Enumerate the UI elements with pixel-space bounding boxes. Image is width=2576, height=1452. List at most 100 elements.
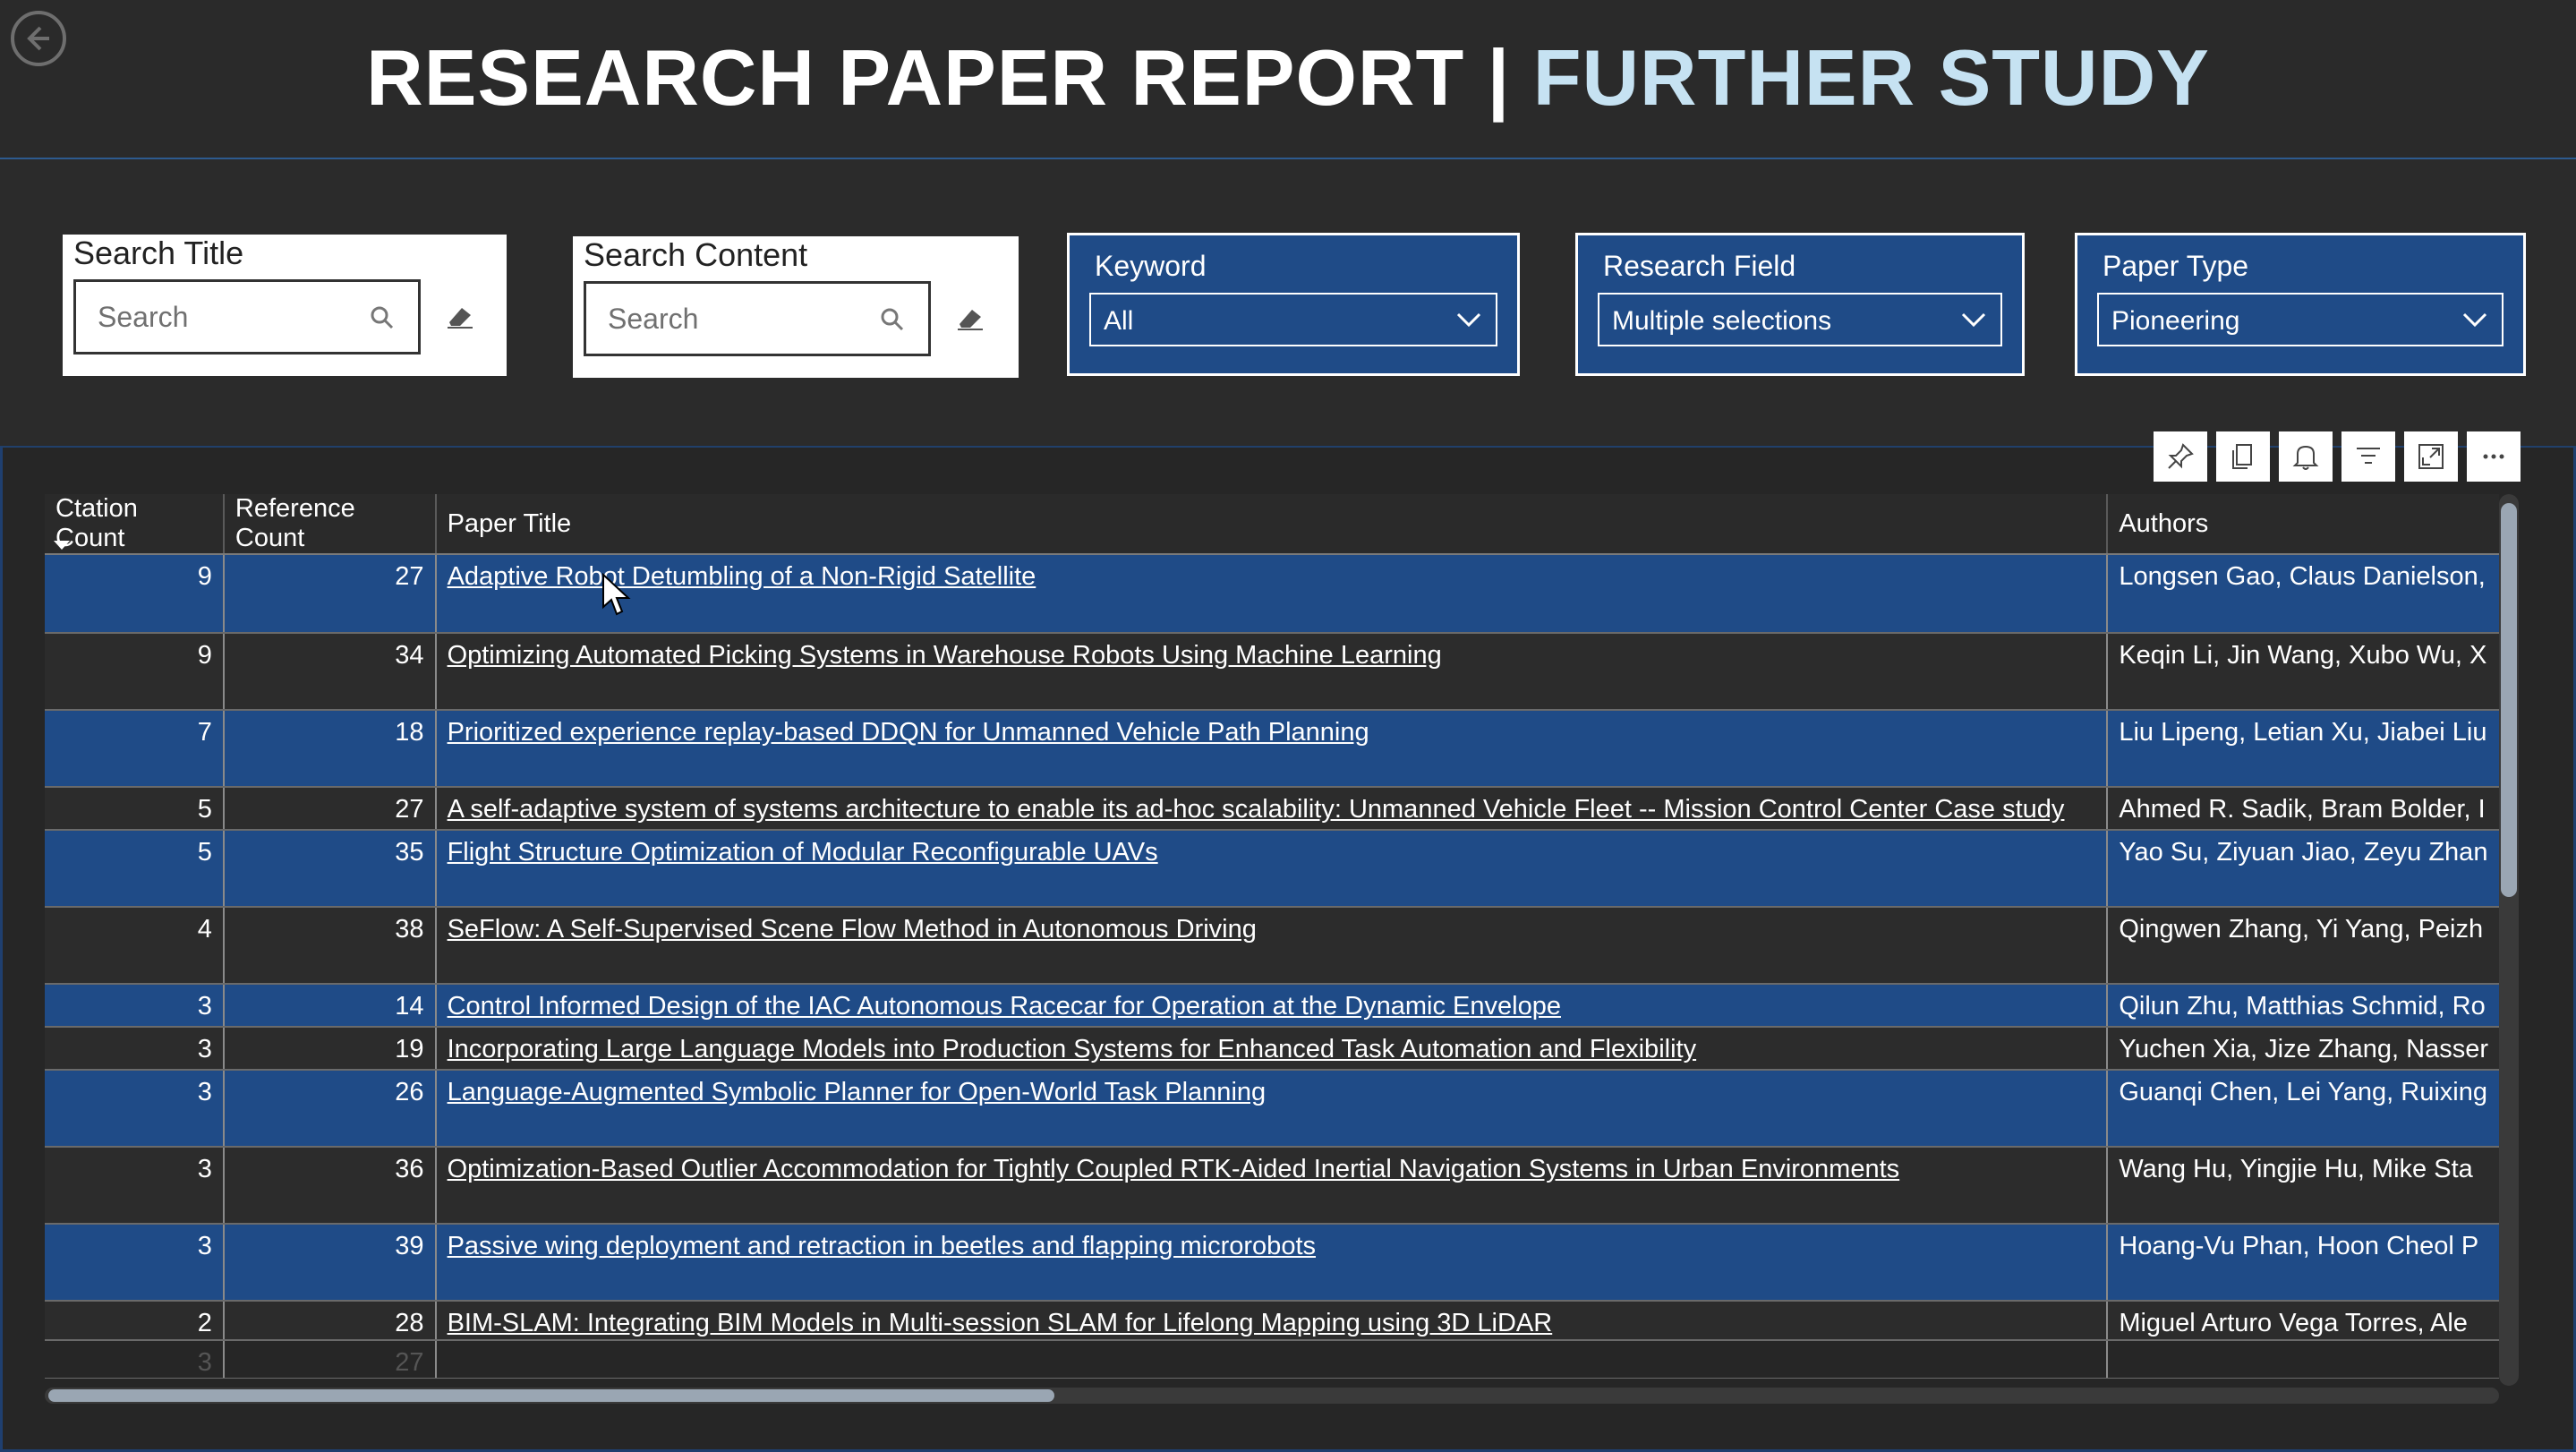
page-title: RESEARCH PAPER REPORT | FURTHER STUDY: [0, 32, 2576, 124]
authors-cell: Liu Lipeng, Letian Xu, Jiabei Liu: [2107, 710, 2499, 788]
vertical-scroll-thumb[interactable]: [2501, 503, 2517, 897]
paper-title-cell: Language-Augmented Symbolic Planner for …: [435, 1070, 2109, 1148]
vertical-scrollbar[interactable]: [2499, 494, 2519, 1386]
research-field-label: Research Field: [1603, 250, 1796, 282]
search-title-input[interactable]: [96, 295, 359, 339]
authors-cell: Qilun Zhu, Matthias Schmid, Ro: [2107, 984, 2499, 1028]
authors-cell: Guanqi Chen, Lei Yang, Ruixing: [2107, 1070, 2499, 1148]
horizontal-scroll-thumb[interactable]: [48, 1389, 1054, 1402]
paper-title-link[interactable]: Control Informed Design of the IAC Auton…: [448, 992, 1561, 1021]
keyword-dropdown[interactable]: All: [1089, 293, 1497, 346]
paper-title-link[interactable]: BIM-SLAM: Integrating BIM Models in Mult…: [448, 1309, 1553, 1337]
table-row[interactable]: 3 36 Optimization-Based Outlier Accommodat…: [45, 1147, 2499, 1225]
col-header-paper-title[interactable]: Paper Title: [435, 494, 2109, 555]
eraser-icon[interactable]: [442, 297, 478, 333]
paper-title-cell: Prioritized experience replay-based DDQN…: [435, 710, 2109, 788]
table-row[interactable]: 5 27 A self-adaptive system of systems arc…: [45, 787, 2499, 831]
search-content-input[interactable]: [606, 296, 869, 341]
sort-desc-icon: [54, 541, 70, 550]
title-accent: FURTHER STUDY: [1532, 33, 2210, 122]
paper-type-value: Pioneering: [2111, 306, 2240, 336]
citation-count-cell: 2: [45, 1301, 225, 1341]
authors-cell: Yuchen Xia, Jize Zhang, Nasser: [2107, 1027, 2499, 1071]
papers-table: Ctation Count Reference Count Paper Titl…: [45, 494, 2499, 1379]
reference-count-cell: 19: [223, 1027, 437, 1071]
table-header-row: Ctation Count Reference Count Paper Titl…: [45, 494, 2499, 555]
citation-count-cell: 5: [45, 787, 225, 831]
research-field-value: Multiple selections: [1612, 306, 1832, 336]
search-content-box: [584, 281, 931, 356]
search-content-card: Search Content: [573, 236, 1019, 378]
col-header-reference-count[interactable]: Reference Count: [223, 494, 437, 555]
eraser-icon[interactable]: [952, 299, 988, 335]
col-authors-label: Authors: [2119, 508, 2209, 538]
citation-count-cell: 3: [45, 1027, 225, 1071]
paper-type-dropdown[interactable]: Pioneering: [2097, 293, 2503, 346]
paper-title-link[interactable]: Optimization-Based Outlier Accommodation…: [448, 1155, 1900, 1183]
citation-count-cell: 3: [45, 1340, 225, 1379]
table-row[interactable]: 3 19 Incorporating Large Language Models i…: [45, 1027, 2499, 1071]
research-field-dropdown[interactable]: Multiple selections: [1598, 293, 2002, 346]
search-title-box: [73, 279, 421, 354]
paper-title-link[interactable]: Prioritized experience replay-based DDQN…: [448, 718, 1369, 747]
table-row[interactable]: 9 27 Adaptive Robot Detumbling of a Non-Ri…: [45, 554, 2499, 634]
citation-count-cell: 5: [45, 830, 225, 908]
pin-icon: [2168, 443, 2194, 469]
chevron-down-icon: [1456, 312, 1481, 328]
paper-title-link[interactable]: Passive wing deployment and retraction i…: [448, 1232, 1316, 1260]
paper-title-link[interactable]: Adaptive Robot Detumbling of a Non-Rigid…: [448, 562, 1036, 591]
copy-button[interactable]: [2216, 431, 2270, 482]
report-header: RESEARCH PAPER REPORT | FURTHER STUDY: [0, 0, 2576, 159]
table-row[interactable]: 5 35 Flight Structure Optimization of Modu…: [45, 830, 2499, 908]
reference-count-cell: 34: [223, 633, 437, 711]
paper-title-link[interactable]: Incorporating Large Language Models into…: [448, 1035, 1697, 1063]
paper-title-link[interactable]: Flight Structure Optimization of Modular…: [448, 838, 1158, 867]
filter-button[interactable]: [2341, 431, 2395, 482]
alert-button[interactable]: [2279, 431, 2333, 482]
paper-title-cell: Optimizing Automated Picking Systems in …: [435, 633, 2109, 711]
table-row[interactable]: 7 18 Prioritized experience replay-based D…: [45, 710, 2499, 788]
pin-button[interactable]: [2154, 431, 2207, 482]
table-row[interactable]: 3 39 Passive wing deployment and retractio…: [45, 1224, 2499, 1302]
citation-count-cell: 3: [45, 1147, 225, 1225]
table-row[interactable]: 9 34 Optimizing Automated Picking Systems …: [45, 633, 2499, 711]
authors-cell: [2107, 1340, 2499, 1379]
reference-count-cell: 14: [223, 984, 437, 1028]
paper-title-cell: Control Informed Design of the IAC Auton…: [435, 984, 2109, 1028]
chevron-down-icon: [1961, 312, 1986, 328]
arrow-left-icon: [27, 26, 49, 51]
search-icon[interactable]: [878, 305, 907, 334]
citation-count-cell: 4: [45, 907, 225, 985]
citation-count-cell: 3: [45, 1070, 225, 1148]
reference-count-cell: 27: [223, 1340, 437, 1379]
reference-count-cell: 28: [223, 1301, 437, 1341]
paper-title-link[interactable]: A self-adaptive system of systems archit…: [448, 795, 2065, 824]
paper-title-link[interactable]: Language-Augmented Symbolic Planner for …: [448, 1078, 1267, 1106]
search-icon[interactable]: [368, 303, 397, 332]
paper-title-cell: Adaptive Robot Detumbling of a Non-Rigid…: [435, 554, 2109, 634]
table-row[interactable]: 2 28 BIM-SLAM: Integrating BIM Models in M…: [45, 1301, 2499, 1341]
table-row[interactable]: 4 38 SeFlow: A Self-Supervised Scene Flow …: [45, 907, 2499, 985]
paper-type-label: Paper Type: [2103, 250, 2249, 282]
authors-cell: Hoang-Vu Phan, Hoon Cheol P: [2107, 1224, 2499, 1302]
bell-icon: [2292, 445, 2319, 470]
authors-cell: Yao Su, Ziyuan Jiao, Zeyu Zhan: [2107, 830, 2499, 908]
reference-count-cell: 27: [223, 554, 437, 634]
back-button[interactable]: [11, 11, 66, 66]
paper-title-link[interactable]: SeFlow: A Self-Supervised Scene Flow Met…: [448, 915, 1257, 944]
col-title-label: Paper Title: [447, 508, 572, 538]
focus-mode-button[interactable]: [2404, 431, 2458, 482]
table-row[interactable]: 3 14 Control Informed Design of the IAC Au…: [45, 984, 2499, 1028]
paper-title-cell: SeFlow: A Self-Supervised Scene Flow Met…: [435, 907, 2109, 985]
paper-title-link[interactable]: Optimizing Automated Picking Systems in …: [448, 641, 1442, 670]
more-options-button[interactable]: [2467, 431, 2521, 482]
horizontal-scrollbar[interactable]: [45, 1388, 2499, 1404]
col-header-citation-count[interactable]: Ctation Count: [45, 494, 225, 555]
authors-cell: Keqin Li, Jin Wang, Xubo Wu, X: [2107, 633, 2499, 711]
table-row[interactable]: 3 27: [45, 1340, 2499, 1379]
paper-title-cell: [435, 1340, 2109, 1379]
col-header-authors[interactable]: Authors: [2107, 494, 2499, 555]
table-row[interactable]: 3 26 Language-Augmented Symbolic Planner f…: [45, 1070, 2499, 1148]
visual-toolbar: [2154, 431, 2521, 482]
citation-count-cell: 3: [45, 1224, 225, 1302]
